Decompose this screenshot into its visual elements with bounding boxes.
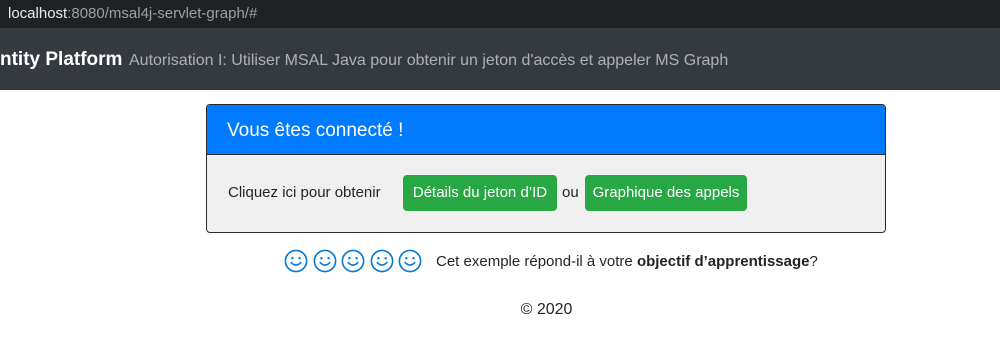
- url-text[interactable]: localhost:8080/msal4j-servlet-graph/#: [8, 4, 257, 24]
- navbar-link-authorization[interactable]: Autorisation I: Utiliser MSAL Java pour …: [129, 51, 728, 71]
- call-graph-button[interactable]: Graphique des appels: [585, 175, 747, 211]
- feedback-row: Cet exemple répond-il à votre objectif d…: [284, 249, 884, 276]
- smiley-icon[interactable]: [284, 249, 308, 273]
- feedback-question: Cet exemple répond-il à votre objectif d…: [436, 252, 818, 272]
- question-prefix: Cet exemple répond-il à votre: [436, 253, 637, 270]
- smiley-icon[interactable]: [370, 249, 394, 273]
- question-suffix: ?: [809, 253, 818, 270]
- or-text: ou: [562, 184, 579, 201]
- id-token-details-button[interactable]: Détails du jeton d’ID: [403, 175, 557, 211]
- browser-address-bar[interactable]: localhost:8080/msal4j-servlet-graph/#: [0, 0, 1000, 28]
- signed-in-card: Vous êtes connecté ! Cliquez ici pour ob…: [206, 104, 886, 233]
- smiley-icon[interactable]: [341, 249, 365, 273]
- navbar-brand[interactable]: ntity Platform: [0, 49, 122, 71]
- url-host: localhost: [8, 5, 68, 22]
- question-bold: objectif d’apprentissage: [636, 253, 810, 270]
- card-header: Vous êtes connecté !: [207, 105, 885, 155]
- smiley-icon[interactable]: [313, 249, 337, 273]
- card-title: Vous êtes connecté !: [227, 120, 404, 141]
- top-navbar: ntity Platform Autorisation I: Utiliser …: [0, 28, 1000, 90]
- card-prompt: Cliquez ici pour obtenir: [228, 184, 381, 201]
- footer-copyright: © 2020: [520, 301, 573, 318]
- url-path: :8080/msal4j-servlet-graph/#: [67, 5, 258, 22]
- smiley-icon[interactable]: [398, 249, 422, 273]
